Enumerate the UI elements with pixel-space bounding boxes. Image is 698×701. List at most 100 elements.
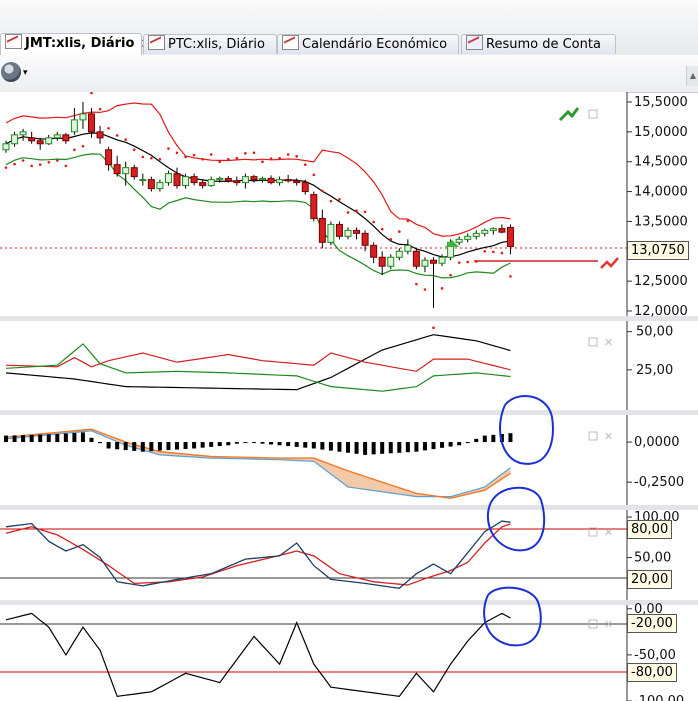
candle	[327, 223, 335, 243]
panel-close-icon[interactable]: ✕	[604, 430, 613, 443]
panel-close-icon[interactable]: ✕	[604, 618, 613, 631]
tab-label: JMT:xlis, Diário	[25, 36, 135, 51]
stoch-level-20-label: 20,00	[627, 570, 673, 589]
candle	[472, 232, 480, 237]
sar-dot	[321, 189, 324, 193]
histogram-bar	[269, 442, 274, 445]
candle	[164, 173, 172, 184]
tab-ptc[interactable]: PTC:xlis, Diário	[143, 34, 277, 54]
panel-divider[interactable]	[0, 316, 698, 321]
panel-close-icon[interactable]: ✕	[604, 526, 613, 539]
histogram-bar	[89, 437, 94, 443]
candle	[361, 232, 369, 246]
tab-jmt[interactable]: JMT:xlis, Diário×	[0, 33, 151, 55]
histogram-bar	[226, 442, 231, 446]
sar-dot	[286, 153, 290, 156]
histogram-bar	[346, 442, 350, 453]
candle	[79, 113, 87, 121]
histogram-bar	[380, 442, 385, 454]
candle	[122, 167, 130, 175]
histogram-bar	[175, 442, 179, 450]
histogram-bar	[388, 442, 393, 454]
candle	[395, 250, 403, 258]
histogram-bar	[157, 442, 162, 451]
candle	[310, 194, 318, 219]
sar-dot	[389, 238, 393, 241]
candle	[156, 182, 164, 190]
histogram-bar	[115, 442, 120, 450]
current-price-label: 13,0750	[627, 241, 689, 260]
chevron-down-icon[interactable]: ▾	[23, 68, 28, 78]
sar-dot	[363, 210, 367, 214]
sar-dot	[64, 164, 68, 168]
williams-level-minus80-label: -80,00	[627, 663, 677, 682]
histogram-bar	[414, 442, 419, 452]
panel-divider[interactable]	[0, 600, 698, 605]
y-tick-label: 15,5000	[634, 95, 688, 110]
histogram-bar	[457, 442, 462, 446]
dmi-y-axis: 50,00 25,00	[627, 325, 673, 378]
histogram-bar	[354, 442, 359, 454]
histogram-bar	[72, 432, 77, 443]
candle	[130, 167, 138, 178]
candle	[370, 244, 378, 258]
candle	[233, 180, 241, 184]
panel-close-icon[interactable]: ✕	[604, 336, 613, 349]
chart-area[interactable]: 15,5000 15,0000 14,5000 14,0000 13,5000 12,50…	[0, 92, 698, 701]
candle	[88, 113, 95, 133]
y-tick-label: 12,5000	[634, 274, 688, 289]
candle	[113, 164, 121, 175]
candle	[412, 250, 420, 267]
sar-dot	[192, 153, 196, 157]
candle	[318, 217, 326, 243]
sar-dot	[398, 230, 401, 233]
gear-icon[interactable]	[1, 62, 21, 82]
sar-dot	[244, 152, 247, 155]
sar-dot	[4, 166, 8, 169]
y-tick-label: -100,00	[634, 694, 684, 701]
sar-dot	[38, 163, 42, 166]
candle	[276, 179, 284, 184]
candle	[190, 176, 198, 184]
calendar-icon	[282, 35, 299, 50]
y-tick-label: -50,00	[634, 648, 676, 663]
candle	[182, 176, 190, 187]
sar-dot	[81, 144, 85, 148]
histogram-bar	[200, 442, 205, 448]
candle	[62, 134, 70, 142]
y-tick-label: -0,2500	[634, 475, 684, 490]
histogram-bar	[149, 442, 154, 452]
tab-account[interactable]: Resumo de Conta	[461, 34, 616, 54]
histogram-bar	[397, 442, 402, 453]
sar-dot	[295, 155, 299, 158]
panel-divider[interactable]	[0, 505, 698, 510]
sar-dot	[440, 287, 444, 290]
sar-dot	[73, 148, 76, 152]
panel-divider[interactable]	[0, 410, 698, 415]
histogram-bar	[448, 442, 453, 447]
histogram-bar	[320, 442, 325, 450]
sar-dot	[346, 211, 350, 214]
candle	[139, 179, 147, 182]
scroll-up-button[interactable]: ▲	[686, 66, 698, 86]
sar-dot	[380, 227, 384, 231]
sar-dot	[98, 107, 102, 111]
sar-dot	[492, 250, 495, 254]
histogram-bar	[12, 435, 17, 443]
sar-dot	[175, 151, 179, 155]
sar-dot	[252, 151, 256, 155]
sar-dot	[509, 275, 512, 278]
candle	[199, 182, 207, 187]
histogram-bar	[251, 442, 256, 444]
candle	[335, 223, 343, 237]
candle	[147, 179, 155, 190]
tab-calendar[interactable]: Calendário Económico	[277, 34, 459, 54]
sar-dot	[406, 219, 410, 223]
candle	[224, 177, 232, 182]
histogram-bar	[132, 442, 137, 451]
histogram-bar	[311, 442, 316, 449]
macd-y-axis: 0,0000 -0,2500	[627, 435, 684, 490]
candle	[404, 244, 412, 252]
sar-dot	[466, 260, 470, 264]
tab-label: Resumo de Conta	[486, 37, 601, 52]
